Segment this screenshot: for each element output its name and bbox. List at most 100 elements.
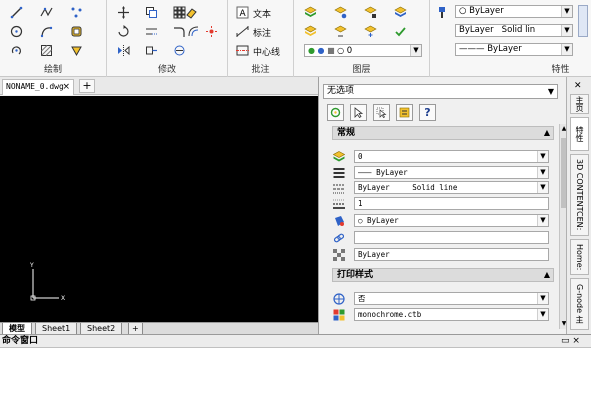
chevron-down-icon[interactable]: ▼ — [545, 85, 557, 98]
layer-properties-icon[interactable] — [304, 6, 317, 19]
linetype-scale-field[interactable]: ByLayer Solid line ▼ — [354, 181, 549, 194]
plot-table-value: monochrome.ctb — [358, 310, 422, 319]
chevron-down-icon[interactable]: ▼ — [537, 167, 548, 178]
color-swatch-icon: ○ — [459, 6, 470, 16]
current-layer-value: 0 — [346, 46, 353, 56]
lineweight-field[interactable]: 1 — [354, 197, 549, 210]
palette-side-strip: ✕ 主页 特性 3D CONTENTCEN: Home: G-node 主 — [566, 77, 591, 334]
side-tab-home-2[interactable]: Home: — [570, 239, 589, 275]
layer-match-icon[interactable] — [304, 25, 317, 38]
side-tab-home[interactable]: 主页 — [570, 94, 589, 114]
hyperlink-field[interactable] — [354, 231, 549, 244]
document-tab-name: NONAME_0.dwg — [6, 82, 64, 91]
chevron-down-icon[interactable]: ▼ — [537, 309, 548, 320]
chevron-down-icon[interactable]: ▼ — [537, 293, 548, 304]
stretch-icon[interactable] — [145, 44, 158, 57]
dimension-label[interactable]: 标注 — [253, 26, 271, 39]
chevron-down-icon[interactable]: ▼ — [537, 182, 548, 193]
chevron-down-icon[interactable]: ▼ — [537, 151, 548, 162]
object-list-button[interactable] — [396, 104, 413, 121]
side-tab-properties[interactable]: 特性 — [570, 117, 589, 151]
polyline-icon[interactable] — [40, 6, 53, 19]
rotate-point-icon[interactable] — [10, 44, 23, 57]
annotation-panel: A 文本 标注 中心线 批注 — [228, 0, 294, 77]
layers-panel-label: 图层 — [352, 65, 371, 75]
arc-icon[interactable] — [40, 25, 53, 38]
quick-select-button[interactable] — [373, 104, 390, 121]
side-tab-g-node[interactable]: G-node 主 — [570, 278, 589, 330]
category-plot-style-label: 打印样式 — [337, 270, 374, 280]
cursor-icon — [354, 107, 364, 118]
toggle-pickadd-button[interactable] — [327, 104, 344, 121]
erase-icon[interactable] — [185, 6, 198, 19]
text-label[interactable]: 文本 — [253, 7, 271, 20]
hatch-icon[interactable] — [40, 44, 53, 57]
layer-check-icon[interactable] — [394, 25, 407, 38]
command-input[interactable] — [0, 349, 591, 406]
centerline-label[interactable]: 中心线 — [253, 45, 280, 58]
layer-off-icon[interactable] — [394, 6, 407, 19]
match-properties-icon[interactable] — [437, 6, 450, 19]
layer-field-value: 0 — [358, 152, 363, 161]
fillet-icon[interactable] — [173, 25, 186, 38]
lineweight-icon — [333, 198, 345, 210]
layer-state-icon[interactable] — [334, 6, 347, 19]
plot-table-field[interactable]: monochrome.ctb ▼ — [354, 308, 549, 321]
command-window-controls[interactable]: ▭ × — [561, 335, 580, 347]
trim-icon[interactable] — [145, 25, 158, 38]
color-field[interactable]: ○ ByLayer ▼ — [354, 214, 549, 227]
plot-style-field[interactable]: 否 ▼ — [354, 292, 549, 305]
layer-isolate-icon[interactable] — [364, 6, 377, 19]
chevron-down-icon[interactable]: ▼ — [537, 215, 548, 226]
region-icon[interactable] — [70, 25, 83, 38]
layer-previous-icon[interactable] — [334, 25, 347, 38]
layer-field[interactable]: 0 ▼ — [354, 150, 549, 163]
properties-panel: ○ ByLayer ▼ ByLayer Solid lin ▼ ——— ByLa… — [430, 0, 591, 77]
chevron-down-icon[interactable]: ▼ — [561, 44, 572, 55]
move-icon[interactable] — [117, 6, 130, 19]
category-general[interactable]: 常规 ▲ — [332, 126, 554, 140]
add-document-button[interactable]: + — [79, 79, 95, 93]
pickadd-icon — [330, 107, 341, 118]
linetype-line-preview: ——— — [358, 168, 372, 177]
side-tab-3d-content[interactable]: 3D CONTENTCEN: — [570, 154, 589, 236]
document-tab[interactable]: NONAME_0.dwg × — [2, 79, 74, 95]
chevron-down-icon[interactable]: ▼ — [561, 25, 572, 36]
transparency-field[interactable]: ByLayer — [354, 248, 549, 261]
select-objects-button[interactable] — [350, 104, 367, 121]
linetype-dropdown[interactable]: ByLayer Solid lin ▼ — [455, 24, 573, 37]
circle-icon[interactable] — [10, 25, 23, 38]
scale-icon[interactable] — [173, 44, 186, 57]
pin-icon[interactable]: ✕ — [574, 81, 582, 91]
selection-dropdown[interactable]: 无选项 ▼ — [323, 84, 558, 99]
offset-icon[interactable] — [187, 25, 200, 38]
collapse-icon[interactable]: ▲ — [544, 127, 550, 139]
category-plot-style[interactable]: 打印样式 ▲ — [332, 268, 554, 282]
mirror-icon[interactable] — [117, 44, 130, 57]
layer-dropdown[interactable]: ● ● ■ ○ 0 ▼ — [304, 44, 422, 57]
dimension-icon[interactable] — [236, 25, 249, 38]
help-button[interactable]: ? — [419, 104, 436, 121]
plot-style-value: 否 — [358, 294, 366, 303]
gradient-icon[interactable] — [70, 44, 83, 57]
close-icon[interactable]: × — [62, 80, 70, 94]
copy-icon[interactable] — [145, 6, 158, 19]
quick-select-icon — [376, 107, 387, 118]
chevron-down-icon[interactable]: ▼ — [410, 45, 421, 56]
collapse-icon[interactable]: ▲ — [544, 269, 550, 281]
lineweight-dropdown[interactable]: ——— ByLayer ▼ — [455, 43, 573, 56]
chevron-down-icon[interactable]: ▼ — [561, 6, 572, 17]
linetype-scale-icon — [333, 182, 345, 194]
color-swatch-icon: ○ — [358, 216, 368, 225]
explode-icon[interactable] — [205, 25, 218, 38]
layer-freeze-icon[interactable] — [364, 25, 377, 38]
linetype-field[interactable]: ——— ByLayer ▼ — [354, 166, 549, 179]
rotate-icon[interactable] — [117, 25, 130, 38]
centerline-icon[interactable] — [236, 44, 249, 57]
point-icon[interactable] — [70, 6, 83, 19]
line-icon[interactable] — [10, 6, 23, 19]
color-dropdown[interactable]: ○ ByLayer ▼ — [455, 5, 573, 18]
drawing-canvas[interactable]: Y X — [0, 96, 318, 322]
text-icon[interactable]: A — [236, 6, 249, 19]
properties-side-button[interactable] — [578, 5, 588, 37]
